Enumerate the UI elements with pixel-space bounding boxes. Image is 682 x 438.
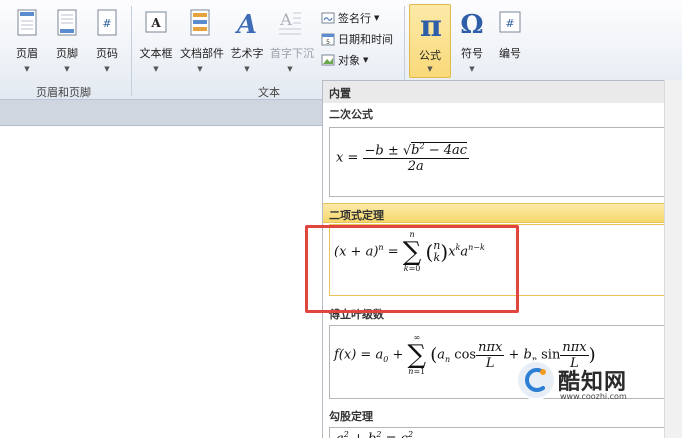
numbering-button[interactable]: # 编号 — [490, 8, 530, 72]
group-label-header-footer: 页眉和页脚 — [36, 86, 91, 99]
symbol-button[interactable]: Ω 符号 ▼ — [452, 8, 492, 73]
object-button[interactable]: 对象 ▼ — [321, 51, 368, 69]
wordart-button[interactable]: A 艺术字 ▼ — [227, 8, 267, 73]
annotation-highlight-box — [305, 225, 519, 313]
object-label: 对象 — [338, 54, 360, 67]
page-number-button[interactable]: # 页码 ▼ — [87, 8, 127, 73]
pythagorean-formula: a2 + b2 = c2 — [336, 430, 414, 438]
watermark: 酷知网 www.coozhi.com — [512, 356, 682, 406]
date-time-button[interactable]: 5 日期和时间 — [321, 30, 393, 48]
chevron-down-icon: ▼ — [197, 65, 203, 73]
footer-label: 页脚 — [56, 47, 78, 60]
chevron-down-icon: ▼ — [104, 65, 110, 73]
textbox-icon: A — [145, 11, 167, 33]
omega-icon: Ω — [460, 10, 483, 40]
signature-line-button[interactable]: 签名行 ▼ — [321, 9, 379, 27]
gallery-item-title-pythagorean: 勾股定理 — [329, 410, 373, 423]
group-label-text: 文本 — [258, 86, 280, 99]
textbox-button[interactable]: A 文本框 ▼ — [136, 8, 176, 73]
quick-parts-label: 文档部件 — [180, 47, 224, 60]
gallery-item-title-binomial: 二项式定理 — [323, 203, 682, 223]
numbering-icon: # — [499, 11, 521, 33]
page-number-label: 页码 — [96, 47, 118, 60]
wordart-label: 艺术字 — [230, 47, 264, 60]
chevron-down-icon: ▼ — [64, 65, 70, 73]
date-time-label: 日期和时间 — [338, 33, 393, 46]
svg-text:#: # — [102, 17, 111, 30]
quick-parts-button[interactable]: 文档部件 ▼ — [180, 8, 224, 73]
page-number-icon: # — [97, 9, 117, 36]
numbering-label: 编号 — [499, 47, 521, 60]
gallery-item-quadratic-formula[interactable]: x = −b ± √b2 − 4ac 2a — [329, 127, 682, 197]
drop-cap-label: 首字下沉 — [270, 47, 314, 60]
gallery-item-pythagorean-theorem[interactable]: a2 + b2 = c2 — [329, 427, 682, 438]
svg-text:A: A — [234, 10, 257, 38]
gallery-category-builtin: 内置 — [323, 81, 682, 103]
drop-cap-button[interactable]: A 首字下沉 ▼ — [270, 8, 314, 73]
drop-cap-icon: A — [279, 10, 301, 35]
object-icon — [321, 54, 335, 66]
footer-icon — [57, 9, 77, 36]
quick-parts-icon — [190, 9, 210, 36]
header-label: 页眉 — [16, 47, 38, 60]
svg-text:π: π — [420, 9, 442, 41]
group-separator — [131, 6, 132, 96]
header-button[interactable]: 页眉 ▼ — [7, 8, 47, 73]
gallery-item-title-quadratic: 二次公式 — [329, 108, 373, 121]
signature-icon — [321, 12, 335, 24]
wordart-icon: A — [234, 10, 257, 40]
svg-text:A: A — [150, 16, 161, 30]
equation-label: 公式 — [419, 49, 441, 62]
chevron-down-icon: ▼ — [287, 65, 293, 73]
chevron-down-icon: ▼ — [374, 14, 380, 22]
chevron-down-icon: ▼ — [244, 65, 250, 73]
footer-button[interactable]: 页脚 ▼ — [47, 8, 87, 73]
watermark-url: www.coozhi.com — [560, 392, 627, 401]
header-icon — [17, 9, 37, 36]
svg-text:5: 5 — [326, 39, 330, 46]
equation-button[interactable]: π 公式 ▼ — [409, 4, 451, 78]
svg-text:A: A — [279, 10, 292, 29]
document-area-strip — [0, 100, 322, 126]
chevron-down-icon: ▼ — [469, 65, 475, 73]
pi-icon: π — [420, 9, 442, 41]
quadratic-formula: x = −b ± √b2 − 4ac 2a — [336, 142, 470, 175]
chevron-down-icon: ▼ — [427, 65, 433, 73]
textbox-label: 文本框 — [139, 47, 173, 60]
svg-text:#: # — [505, 17, 514, 30]
svg-text:Ω: Ω — [460, 10, 483, 38]
coozhi-logo-icon — [516, 360, 556, 400]
chevron-down-icon: ▼ — [153, 65, 159, 73]
chevron-down-icon: ▼ — [363, 56, 369, 64]
symbol-label: 符号 — [461, 47, 483, 60]
chevron-down-icon: ▼ — [24, 65, 30, 73]
signature-label: 签名行 — [338, 12, 371, 25]
calendar-icon: 5 — [321, 33, 335, 46]
